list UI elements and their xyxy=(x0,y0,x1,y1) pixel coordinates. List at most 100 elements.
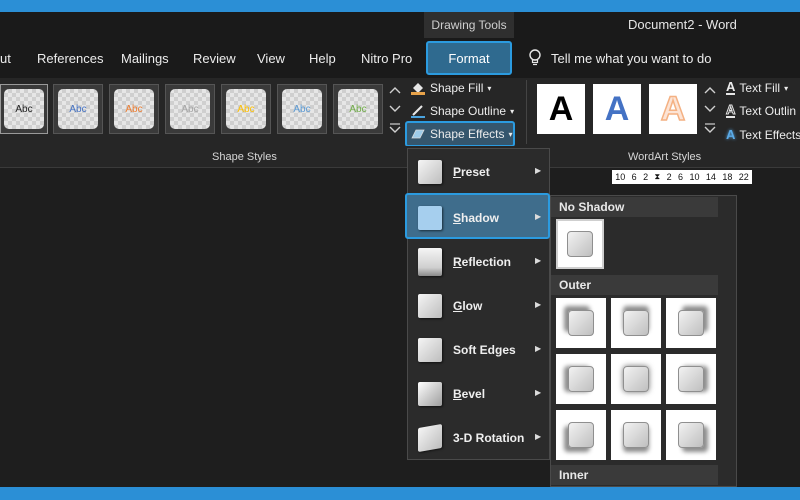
tab-references[interactable]: References xyxy=(37,51,103,66)
shape-style-preview: Abc xyxy=(282,89,322,129)
text-outline-label: Text Outlin xyxy=(739,104,797,118)
menu-item-label: Glow xyxy=(453,299,483,313)
preset-icon xyxy=(418,160,442,184)
document-title: Document2 - Word xyxy=(628,17,737,32)
ruler-tick: 10 xyxy=(615,172,626,182)
submenu-arrow-icon: ▶ xyxy=(535,388,542,397)
shadow-preview xyxy=(678,366,704,392)
gallery-scroll-up-button[interactable] xyxy=(387,82,403,98)
shape-style-label: Abc xyxy=(125,103,143,115)
shadow-option-outer[interactable] xyxy=(666,354,716,404)
ruler-tick: 22 xyxy=(738,172,749,182)
submenu-arrow-icon: ▶ xyxy=(535,212,542,221)
shadow-option-outer[interactable] xyxy=(666,410,716,460)
ruler-tick: 6 xyxy=(678,172,684,182)
chevron-down-icon xyxy=(389,105,401,112)
dropdown-arrow-icon: ▾ xyxy=(784,83,789,93)
shape-fill-label: Shape Fill xyxy=(430,81,484,95)
shadow-preview xyxy=(568,366,594,392)
tab-help[interactable]: Help xyxy=(309,51,336,66)
menu-item-label: Preset xyxy=(453,165,490,179)
ruler: 10 6 2 ⧗ 2 6 10 14 18 22 xyxy=(612,170,752,184)
shadow-option-outer[interactable] xyxy=(611,410,661,460)
shadow-preview xyxy=(567,231,593,257)
shape-style-preview: Abc xyxy=(58,89,98,129)
menu-item-label: Reflection xyxy=(453,255,512,269)
tab-view[interactable]: View xyxy=(257,51,285,66)
wordart-style-label: A xyxy=(604,89,630,128)
text-fill-label: Text Fill xyxy=(739,81,781,95)
shadow-preview xyxy=(678,422,704,448)
wordart-style-thumb[interactable]: A xyxy=(593,84,641,134)
ruler-tick: 6 xyxy=(631,172,637,182)
soft-edges-icon xyxy=(418,338,442,362)
tab-layout[interactable]: ut xyxy=(0,51,11,66)
shadow-option-outer[interactable] xyxy=(556,354,606,404)
shadow-option-outer[interactable] xyxy=(556,298,606,348)
menu-item-label: Bevel xyxy=(453,387,486,401)
section-header-inner: Inner xyxy=(551,465,718,485)
shape-fill-button[interactable]: Shape Fill ▾ xyxy=(410,81,491,95)
shadow-preview xyxy=(568,310,594,336)
context-tab-drawing-tools: Drawing Tools xyxy=(424,12,514,38)
tell-me-search[interactable]: Tell me what you want to do xyxy=(528,49,711,67)
shadow-preview xyxy=(623,422,649,448)
gallery-more-button[interactable] xyxy=(387,120,403,136)
submenu-arrow-icon: ▶ xyxy=(535,256,542,265)
shape-outline-label: Shape Outline xyxy=(430,104,507,118)
window-frame-top xyxy=(0,0,800,12)
shadow-option-outer[interactable] xyxy=(556,410,606,460)
window-frame-bottom xyxy=(0,487,800,500)
tab-format[interactable]: Format xyxy=(426,41,512,75)
shadow-option-none[interactable] xyxy=(556,219,604,269)
shadow-option-outer[interactable] xyxy=(666,298,716,348)
shape-style-thumb[interactable]: Abc xyxy=(333,84,383,134)
shape-style-thumb[interactable]: Abc xyxy=(109,84,159,134)
shadow-option-outer[interactable] xyxy=(611,298,661,348)
pencil-icon xyxy=(411,105,425,118)
shape-style-label: Abc xyxy=(181,103,199,115)
shape-effects-button[interactable]: Shape Effects ▾ xyxy=(410,127,513,141)
shape-style-preview: Abc xyxy=(226,89,266,129)
shape-style-thumb[interactable]: Abc xyxy=(0,84,48,134)
tab-mailings[interactable]: Mailings xyxy=(121,51,169,66)
shape-outline-button[interactable]: Shape Outline ▾ xyxy=(410,104,514,118)
chevron-up-icon xyxy=(704,87,716,94)
reflection-icon xyxy=(418,248,442,276)
shape-style-thumb[interactable]: Abc xyxy=(165,84,215,134)
shape-style-thumb[interactable]: Abc xyxy=(53,84,103,134)
text-fill-button[interactable]: A Text Fill ▾ xyxy=(726,80,789,95)
shape-style-preview: Abc xyxy=(114,89,154,129)
ruler-indent-marker[interactable]: ⧗ xyxy=(655,172,661,182)
section-header-no-shadow: No Shadow xyxy=(551,197,718,217)
group-label-shape-styles: Shape Styles xyxy=(212,151,277,163)
shape-style-label: Abc xyxy=(293,103,311,115)
wordart-style-thumb[interactable]: A xyxy=(537,84,585,134)
gallery-scroll-down-button[interactable] xyxy=(387,101,403,117)
bevel-icon xyxy=(418,382,442,406)
text-effects-button[interactable]: A Text Effects xyxy=(726,127,800,142)
wordart-more-button[interactable] xyxy=(702,120,718,136)
wordart-scroll-up-button[interactable] xyxy=(702,82,718,98)
tab-nitro-pro[interactable]: Nitro Pro xyxy=(361,51,412,66)
menu-item-label: Shadow xyxy=(453,211,500,225)
chevron-down-icon xyxy=(704,105,716,112)
dropdown-arrow-icon: ▾ xyxy=(487,83,492,93)
wordart-scroll-down-button[interactable] xyxy=(702,101,718,117)
text-effects-label: Text Effects xyxy=(739,127,800,142)
3d-rotation-icon xyxy=(418,423,442,453)
shadow-preview xyxy=(623,310,649,336)
ruler-tick: 2 xyxy=(666,172,672,182)
wordart-style-thumb[interactable]: A xyxy=(649,84,697,134)
submenu-arrow-icon: ▶ xyxy=(535,344,542,353)
shape-style-preview: Abc xyxy=(338,89,378,129)
tab-review[interactable]: Review xyxy=(193,51,236,66)
shadow-preview xyxy=(568,422,594,448)
shadow-option-outer[interactable] xyxy=(611,354,661,404)
text-outline-button[interactable]: A Text Outlin xyxy=(725,103,797,118)
shape-style-thumb[interactable]: Abc xyxy=(277,84,327,134)
tell-me-label: Tell me what you want to do xyxy=(551,50,712,66)
shape-style-thumb[interactable]: Abc xyxy=(221,84,271,134)
lightbulb-icon xyxy=(529,49,541,66)
chevron-up-icon xyxy=(389,87,401,94)
